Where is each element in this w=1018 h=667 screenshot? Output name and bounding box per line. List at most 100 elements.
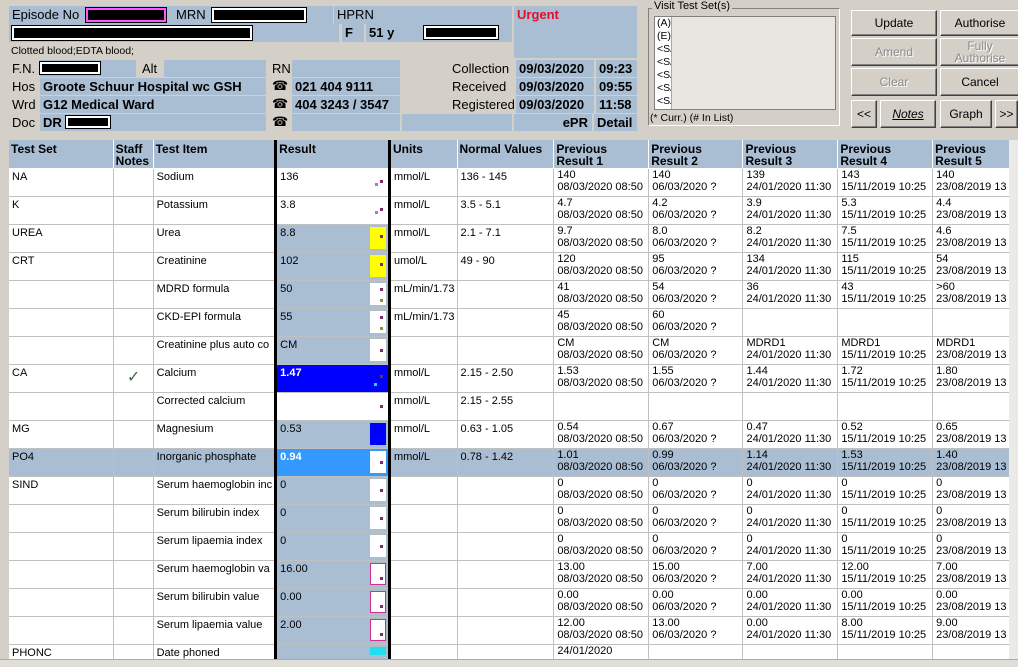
cell-previous-result-1[interactable]: 0 08/03/2020 08:50 [553, 476, 650, 505]
cell-previous-result-2[interactable]: 0.00 06/03/2020 ? [648, 588, 744, 617]
cell-previous-result-4[interactable] [837, 308, 934, 337]
previous-button[interactable]: << [851, 100, 877, 128]
cell-previous-result-3[interactable]: 134 24/01/2020 11:30 [742, 252, 839, 281]
grid-vertical-scrollbar[interactable] [1009, 140, 1018, 667]
cell-test-item[interactable]: Serum bilirubin value [153, 588, 277, 617]
cell-test-item[interactable]: MDRD formula [153, 280, 277, 309]
cell-previous-result-5[interactable]: 4.4 23/08/2019 13 [932, 196, 1018, 225]
cell-previous-result-2[interactable]: 1.55 06/03/2020 ? [648, 364, 744, 393]
cell-previous-result-4[interactable]: 115 15/11/2019 10:25 [837, 252, 934, 281]
result-value[interactable]: 55 [278, 308, 370, 335]
cell-staff-notes[interactable] [113, 616, 154, 645]
cell-previous-result-5[interactable]: 0 23/08/2019 13 [932, 476, 1018, 505]
cell-previous-result-5[interactable]: 1.80 23/08/2019 13 [932, 364, 1018, 393]
result-value[interactable]: 0 [278, 504, 370, 531]
result-value[interactable]: 3.8 [278, 196, 370, 223]
table-row[interactable]: NA Sodium 136 mmol/L 136 - 145 140 08/03/2020 … [9, 168, 1018, 197]
cell-previous-result-3[interactable]: 1.44 24/01/2020 11:30 [742, 364, 839, 393]
cell-previous-result-5[interactable]: 140 23/08/2019 13 [932, 168, 1018, 197]
cell-staff-notes[interactable] [113, 336, 154, 365]
cell-test-set[interactable]: UREA [9, 224, 114, 253]
cell-staff-notes[interactable] [113, 532, 154, 561]
table-row[interactable]: UREA Urea 8.8 mmol/L 2.1 - 7.1 9.7 08/03/2020 … [9, 224, 1018, 253]
amend-button[interactable]: Amend [851, 38, 937, 66]
cell-test-item[interactable]: Serum haemoglobin va [153, 560, 277, 589]
result-value[interactable]: 50 [278, 280, 370, 307]
cell-result[interactable]: 102 [274, 252, 391, 281]
cell-previous-result-3[interactable]: 0.47 24/01/2020 11:30 [742, 420, 839, 449]
cell-previous-result-5[interactable] [932, 392, 1018, 421]
cell-previous-result-3[interactable]: 139 24/01/2020 11:30 [742, 168, 839, 197]
cell-test-set[interactable] [9, 280, 114, 309]
cell-previous-result-3[interactable]: 7.00 24/01/2020 11:30 [742, 560, 839, 589]
visit-list-scrollbar[interactable] [671, 17, 835, 109]
cell-test-item[interactable]: Magnesium [153, 420, 277, 449]
cell-test-item[interactable]: Potassium [153, 196, 277, 225]
table-row[interactable]: SIND Serum haemoglobin inc 0 0 08/03/2020 08… [9, 476, 1018, 505]
cell-previous-result-1[interactable]: 140 08/03/2020 08:50 [553, 168, 650, 197]
cell-previous-result-2[interactable]: 54 06/03/2020 ? [648, 280, 744, 309]
cell-test-item[interactable]: Corrected calcium [153, 392, 277, 421]
cell-result[interactable]: 2.00 [274, 616, 391, 645]
cell-previous-result-4[interactable]: 0 15/11/2019 10:25 [837, 476, 934, 505]
cell-staff-notes[interactable] [113, 476, 154, 505]
cell-previous-result-2[interactable]: 13.00 06/03/2020 ? [648, 616, 744, 645]
cell-test-item[interactable]: Inorganic phosphate [153, 448, 277, 477]
table-row[interactable]: Serum lipaemia value 2.00 12.00 08/03/2020 … [9, 616, 1018, 645]
cell-test-set[interactable] [9, 616, 114, 645]
cell-test-set[interactable]: CRT [9, 252, 114, 281]
cell-previous-result-2[interactable]: 0 06/03/2020 ? [648, 504, 744, 533]
cell-previous-result-3[interactable]: 1.14 24/01/2020 11:30 [742, 448, 839, 477]
cell-staff-notes[interactable] [113, 308, 154, 337]
col-result[interactable]: Result [274, 140, 391, 169]
cell-previous-result-4[interactable] [837, 392, 934, 421]
cell-previous-result-5[interactable]: >60 23/08/2019 13 [932, 280, 1018, 309]
table-row[interactable]: Serum bilirubin value 0.00 0.00 08/03/2020 … [9, 588, 1018, 617]
cell-test-item[interactable]: Creatinine plus auto co [153, 336, 277, 365]
table-row[interactable]: MDRD formula 50 mL/min/1.73 41 08/03/2020 08… [9, 280, 1018, 309]
cell-previous-result-1[interactable]: 0.54 08/03/2020 08:50 [553, 420, 650, 449]
cell-previous-result-3[interactable]: 0 24/01/2020 11:30 [742, 476, 839, 505]
cell-previous-result-2[interactable]: 0.67 06/03/2020 ? [648, 420, 744, 449]
table-row[interactable]: Serum bilirubin index 0 0 08/03/2020 08:50 0… [9, 504, 1018, 533]
col-prev1[interactable]: Previous Result 1 [553, 140, 650, 169]
cell-result[interactable]: 0.53 [274, 420, 391, 449]
cell-previous-result-2[interactable] [648, 392, 744, 421]
cell-previous-result-1[interactable]: 0.00 08/03/2020 08:50 [553, 588, 650, 617]
cell-test-set[interactable]: K [9, 196, 114, 225]
cell-result[interactable]: 8.8 [274, 224, 391, 253]
table-row[interactable]: CA ✓ Calcium 1.47 mmol/L 2.15 - 2.50 1.53 08/03… [9, 364, 1018, 393]
cell-previous-result-4[interactable]: 143 15/11/2019 10:25 [837, 168, 934, 197]
cell-previous-result-2[interactable]: 60 06/03/2020 ? [648, 308, 744, 337]
col-prev3[interactable]: Previous Result 3 [742, 140, 839, 169]
cell-test-set[interactable] [9, 392, 114, 421]
result-value[interactable]: 1.47 [278, 364, 370, 391]
notes-button[interactable]: Notes [880, 100, 936, 128]
cell-test-item[interactable]: CKD-EPI formula [153, 308, 277, 337]
result-value[interactable]: CM [278, 336, 370, 363]
cell-previous-result-5[interactable]: 0.65 23/08/2019 13 [932, 420, 1018, 449]
result-value[interactable]: 0.53 [278, 420, 370, 447]
cell-previous-result-3[interactable]: MDRD1 24/01/2020 11:30 [742, 336, 839, 365]
table-row[interactable]: CRT Creatinine 102 umol/L 49 - 90 120 08/03/20… [9, 252, 1018, 281]
cell-test-set[interactable] [9, 336, 114, 365]
cell-previous-result-1[interactable] [553, 392, 650, 421]
cell-result[interactable]: 136 [274, 168, 391, 197]
cell-staff-notes[interactable] [113, 504, 154, 533]
cell-previous-result-1[interactable]: 1.53 08/03/2020 08:50 [553, 364, 650, 393]
cell-previous-result-5[interactable] [932, 308, 1018, 337]
cell-test-set[interactable]: NA [9, 168, 114, 197]
cell-result[interactable]: 55 [274, 308, 391, 337]
result-value[interactable]: 0 [278, 476, 370, 503]
cell-previous-result-4[interactable]: 12.00 15/11/2019 10:25 [837, 560, 934, 589]
cell-previous-result-5[interactable]: 0.00 23/08/2019 13 [932, 588, 1018, 617]
cell-previous-result-2[interactable]: 4.2 06/03/2020 ? [648, 196, 744, 225]
cell-result[interactable]: 0.00 [274, 588, 391, 617]
cell-previous-result-2[interactable]: 95 06/03/2020 ? [648, 252, 744, 281]
cell-previous-result-2[interactable]: 0 06/03/2020 ? [648, 476, 744, 505]
col-normal-values[interactable]: Normal Values [457, 140, 555, 169]
cell-previous-result-4[interactable]: 0.00 15/11/2019 10:25 [837, 588, 934, 617]
cancel-button[interactable]: Cancel [940, 68, 1018, 96]
cell-previous-result-1[interactable]: 12.00 08/03/2020 08:50 [553, 616, 650, 645]
col-prev2[interactable]: Previous Result 2 [648, 140, 744, 169]
